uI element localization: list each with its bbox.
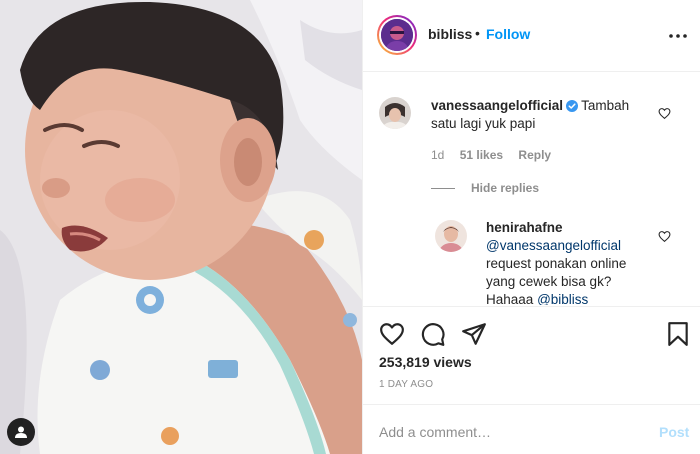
reply-username[interactable]: henirahafne — [486, 220, 563, 235]
hide-replies-line — [431, 188, 455, 190]
person-icon[interactable] — [7, 418, 35, 446]
heart-icon[interactable] — [658, 230, 671, 243]
comment-username[interactable]: vanessaangelofficial — [431, 98, 563, 113]
commenter-avatar[interactable] — [379, 97, 411, 129]
action-bar — [363, 306, 700, 346]
separator-dot: • — [475, 25, 480, 41]
owner-username[interactable]: bibliss — [428, 26, 472, 42]
reply-avatar[interactable] — [435, 220, 467, 252]
comment-input[interactable] — [379, 421, 639, 443]
verified-badge-icon — [566, 100, 579, 112]
post-button[interactable]: Post — [659, 424, 689, 440]
share-icon[interactable] — [461, 321, 487, 347]
reply-mention[interactable]: @vanessaangelofficial — [486, 238, 621, 253]
post-timestamp[interactable]: 1 DAY AGO — [379, 379, 433, 390]
comment-likes[interactable]: 51 likes — [460, 148, 503, 162]
follow-button[interactable]: Follow — [486, 26, 530, 42]
comment-meta: 1d 51 likes Reply — [431, 148, 563, 162]
comment-age: 1d — [431, 148, 445, 162]
reply-mention-owner[interactable]: @bibliss — [537, 292, 588, 305]
bookmark-icon[interactable] — [665, 321, 691, 347]
view-count[interactable]: 253,819 views — [379, 354, 472, 370]
heart-icon[interactable] — [379, 321, 405, 347]
reply-text-line-1: request ponakan online — [486, 256, 627, 271]
reply-button[interactable]: Reply — [518, 148, 551, 162]
hide-replies-button[interactable]: Hide replies — [431, 181, 539, 195]
comment-composer: Post — [363, 404, 700, 454]
more-icon[interactable] — [668, 26, 688, 46]
owner-avatar[interactable] — [377, 15, 417, 55]
post-sidebar: bibliss • Follow vanessaangelofficial Tam… — [362, 0, 700, 454]
reply-text-line-2: yang cewek bisa gk? — [486, 274, 612, 289]
comments-list: vanessaangelofficial Tambah satu lagi yuk… — [363, 73, 700, 305]
comment-icon[interactable] — [420, 321, 446, 347]
reply-text-line-3: Hahaaa — [486, 292, 534, 305]
post-header: bibliss • Follow — [363, 0, 700, 72]
baby-photo — [0, 0, 362, 454]
post-image[interactable] — [0, 0, 362, 454]
heart-icon[interactable] — [658, 107, 671, 120]
hide-replies-label: Hide replies — [471, 181, 540, 195]
